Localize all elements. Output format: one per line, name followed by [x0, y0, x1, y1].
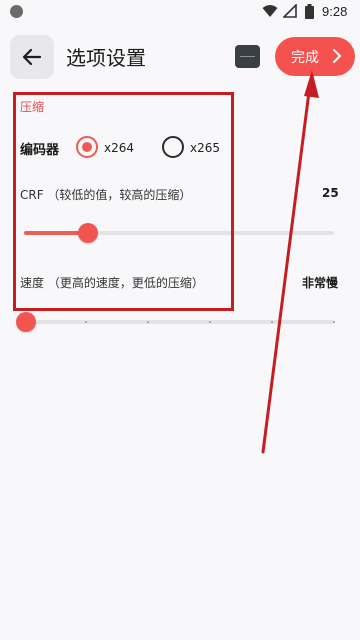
speed-slider-thumb[interactable] [16, 312, 36, 332]
back-button[interactable] [10, 35, 54, 79]
radio-label-x264[interactable]: x264 [104, 141, 134, 155]
speed-slider-tick [85, 321, 87, 323]
battery-icon [305, 4, 314, 19]
speed-slider-tick [147, 321, 149, 323]
speed-value: 非常慢 [302, 276, 339, 290]
crf-label: CRF （较低的值，较高的压缩） [20, 188, 192, 202]
section-title-compression: 压缩 [20, 100, 45, 114]
speed-slider[interactable] [24, 320, 334, 324]
crf-slider-fill [24, 231, 86, 235]
page-title: 选项设置 [66, 46, 146, 70]
radio-label-x265[interactable]: x265 [190, 141, 220, 155]
encoder-label: 编码器 [20, 143, 60, 158]
status-time: 9:28 [322, 4, 348, 19]
status-bar: 9:28 [0, 0, 360, 24]
radio-x264[interactable] [76, 136, 98, 158]
radio-x265[interactable] [162, 136, 184, 158]
arrow-left-icon [22, 48, 42, 66]
done-button[interactable]: 完成 [275, 37, 355, 76]
wifi-icon [262, 5, 278, 17]
app-notification-icon [10, 5, 23, 18]
cellular-signal-icon [283, 4, 297, 18]
speed-slider-tick [271, 321, 273, 323]
done-button-label: 完成 [291, 49, 319, 66]
preview-thumbnail[interactable] [235, 45, 260, 68]
crf-value: 25 [322, 186, 339, 200]
crf-slider-thumb[interactable] [78, 223, 98, 243]
speed-slider-tick [333, 321, 335, 323]
speed-label: 速度 （更高的速度，更低的压缩） [20, 276, 204, 290]
speed-slider-tick [209, 321, 211, 323]
chevron-right-icon [333, 49, 341, 63]
